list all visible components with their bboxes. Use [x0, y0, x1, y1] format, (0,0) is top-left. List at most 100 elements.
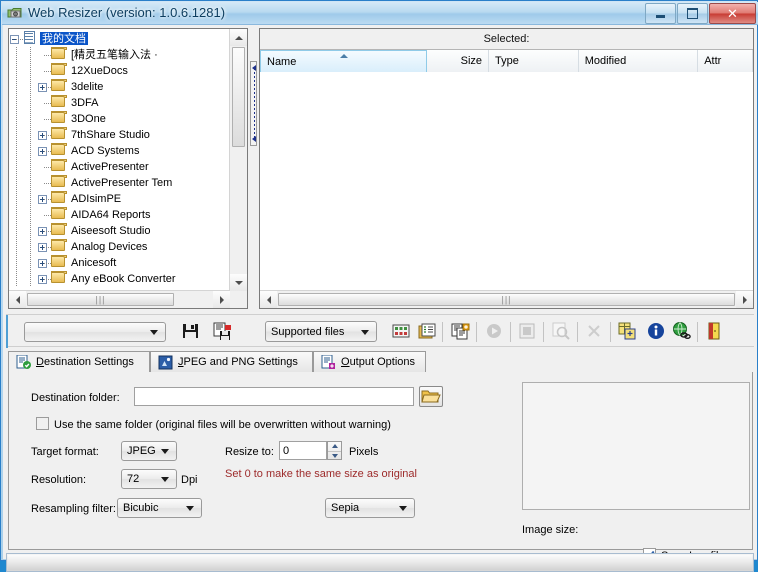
- tree-horizontal-scrollbar[interactable]: |||: [9, 290, 230, 308]
- arrow-right-icon: [219, 295, 224, 304]
- status-bar-text: [8, 555, 752, 570]
- tree-item[interactable]: 3DOne: [9, 111, 230, 127]
- stepper-up-button[interactable]: [328, 442, 341, 451]
- target-format-value: JPEG: [127, 445, 156, 457]
- info-icon[interactable]: [646, 321, 666, 341]
- tree-indent: [23, 271, 37, 287]
- column-header-attr[interactable]: Attr: [698, 50, 753, 72]
- file-list-horizontal-scroll-thumb[interactable]: |||: [278, 293, 735, 306]
- tree-item-label: ActivePresenter Tem: [71, 177, 173, 189]
- tree-item[interactable]: Aiseesoft Studio: [9, 223, 230, 239]
- column-header-size[interactable]: Size: [427, 50, 490, 72]
- tree-guide-line: [30, 111, 31, 127]
- tree-item-label: Analog Devices: [71, 241, 148, 253]
- splitter-grip[interactable]: [250, 61, 257, 146]
- tree-guide-line: [16, 191, 17, 207]
- target-format-combo[interactable]: JPEG: [121, 441, 177, 461]
- file-list-scroll-left-button[interactable]: [260, 291, 277, 308]
- tree-guide-line: [16, 63, 17, 79]
- resize-to-input[interactable]: 0: [279, 441, 327, 460]
- arrow-down-icon: [331, 453, 338, 458]
- tree-indent: [37, 271, 51, 287]
- save-icon[interactable]: [181, 321, 201, 341]
- maximize-button[interactable]: [677, 3, 708, 24]
- tree-item[interactable]: ActivePresenter Tem: [9, 175, 230, 191]
- folder-tree-scroll-area[interactable]: 我的文档 [精灵五笔输入法 · 12XueDocs 3delite 3DFA 3DOne 7…: [9, 29, 230, 291]
- file-filter-combo[interactable]: Supported files: [265, 321, 377, 342]
- tree-indent: [23, 175, 37, 191]
- tree-item[interactable]: 3delite: [9, 79, 230, 95]
- pane-splitter[interactable]: [249, 28, 258, 309]
- folder-icon: [51, 127, 67, 140]
- tree-guide-line: [30, 207, 31, 223]
- destination-folder-input[interactable]: [134, 387, 414, 406]
- column-header-type[interactable]: Type: [489, 50, 579, 72]
- minimize-button[interactable]: [645, 3, 676, 24]
- effect-combo[interactable]: Sepia: [325, 498, 415, 518]
- details-list-icon[interactable]: [417, 321, 437, 341]
- file-list-body[interactable]: [260, 72, 753, 291]
- stepper-down-button[interactable]: [328, 450, 341, 461]
- web-globe-icon[interactable]: [671, 321, 691, 341]
- tree-item[interactable]: Analog Devices: [9, 239, 230, 255]
- file-list-column-headers[interactable]: Name Size Type Modified Attr: [260, 50, 753, 73]
- column-header-name[interactable]: Name: [260, 50, 428, 72]
- tree-item[interactable]: Any eBook Converter: [9, 271, 230, 287]
- tree-indent: [9, 127, 23, 143]
- tab-output-options[interactable]: Output Options: [313, 351, 426, 373]
- tree-guide-line: [16, 159, 17, 175]
- tree-scroll-down-button[interactable]: [230, 274, 247, 291]
- tree-scroll-right-button[interactable]: [213, 291, 230, 308]
- add-files-icon[interactable]: [450, 321, 470, 341]
- tree-item[interactable]: AIDA64 Reports: [9, 207, 230, 223]
- tree-indent: [9, 175, 23, 191]
- file-list-scroll-right-button[interactable]: [736, 291, 753, 308]
- thumbnail-grid-icon[interactable]: [391, 321, 411, 341]
- client-area: 我的文档 [精灵五笔输入法 · 12XueDocs 3delite 3DFA 3DOne 7…: [3, 25, 757, 572]
- use-same-folder-checkbox[interactable]: [36, 417, 49, 430]
- batch-save-icon[interactable]: [617, 321, 637, 341]
- tree-item[interactable]: 7thShare Studio: [9, 127, 230, 143]
- tree-item[interactable]: 3DFA: [9, 95, 230, 111]
- tree-indent: [9, 239, 23, 255]
- tree-item[interactable]: Anicesoft: [9, 255, 230, 271]
- column-header-modified[interactable]: Modified: [579, 50, 699, 72]
- tree-item[interactable]: ACD Systems: [9, 143, 230, 159]
- tree-scroll-left-button[interactable]: [9, 291, 26, 308]
- tree-indent: [23, 239, 37, 255]
- tree-vertical-scroll-thumb[interactable]: [232, 47, 245, 147]
- tree-item[interactable]: 我的文档: [9, 31, 230, 47]
- toolbar-separator: [610, 322, 611, 342]
- tree-item[interactable]: 12XueDocs: [9, 63, 230, 79]
- tree-indent: [37, 255, 51, 271]
- resolution-combo[interactable]: 72: [121, 469, 177, 489]
- save-as-icon[interactable]: [213, 321, 233, 341]
- folder-icon: [51, 207, 67, 220]
- tree-scroll-corner: [230, 291, 247, 308]
- tree-guide-line: [16, 143, 17, 159]
- tree-item[interactable]: [精灵五笔输入法 ·: [9, 47, 230, 63]
- tree-scroll-up-button[interactable]: [230, 29, 247, 46]
- tree-guide-line: [30, 255, 31, 271]
- browse-folder-button[interactable]: [419, 386, 443, 407]
- folder-tree[interactable]: 我的文档 [精灵五笔输入法 · 12XueDocs 3delite 3DFA 3DOne 7…: [9, 31, 230, 287]
- tree-vertical-scrollbar[interactable]: [229, 29, 247, 291]
- tree-item[interactable]: ADIsimPE: [9, 191, 230, 207]
- folder-icon: [51, 47, 67, 60]
- exit-door-icon[interactable]: [704, 321, 724, 341]
- settings-tabbar[interactable]: Destination Settings JPEG and PNG Setting…: [8, 351, 753, 373]
- tab-destination-settings[interactable]: Destination Settings: [8, 351, 150, 373]
- tab-jpeg-and-png-settings[interactable]: JPEG and PNG Settings: [150, 351, 313, 373]
- tree-indent: [23, 127, 37, 143]
- resampling-filter-combo[interactable]: Bicubic: [117, 498, 202, 518]
- tree-horizontal-scroll-thumb[interactable]: |||: [27, 293, 174, 306]
- tree-guide-line: [16, 127, 17, 143]
- tree-item[interactable]: ActivePresenter: [9, 159, 230, 175]
- file-list-horizontal-scrollbar[interactable]: |||: [260, 290, 753, 308]
- path-combo[interactable]: [24, 322, 166, 342]
- close-button[interactable]: ✕: [709, 3, 756, 24]
- column-header-label: Type: [495, 55, 519, 67]
- resize-to-stepper[interactable]: [327, 441, 342, 460]
- title-bar: Web Resizer (version: 1.0.6.1281) ✕: [2, 2, 758, 25]
- resampling-filter-label: Resampling filter:: [31, 503, 116, 515]
